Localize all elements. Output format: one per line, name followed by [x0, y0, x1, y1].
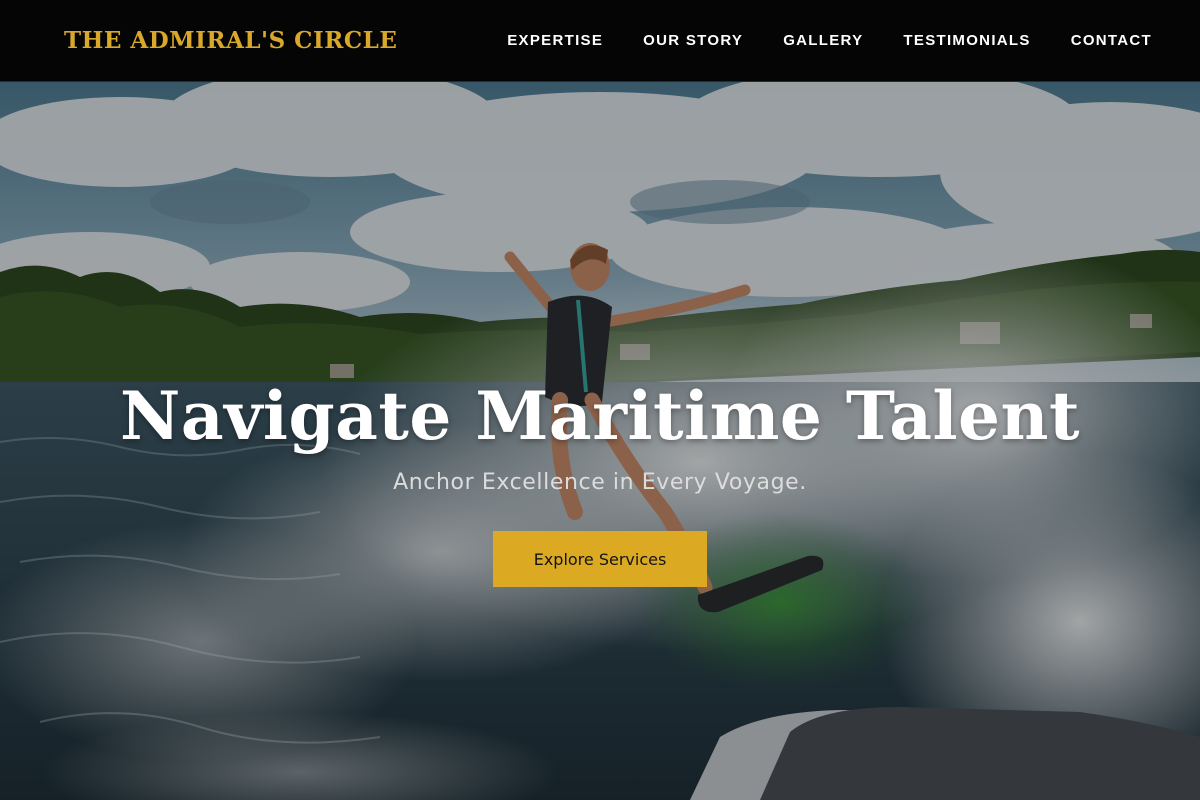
explore-services-button[interactable]: Explore Services — [493, 531, 707, 587]
hero-content: Navigate Maritime Talent Anchor Excellen… — [0, 374, 1200, 587]
hero-section: Navigate Maritime Talent Anchor Excellen… — [0, 82, 1200, 800]
nav-list: EXPERTISE OUR STORY GALLERY TESTIMONIALS… — [507, 32, 1152, 50]
nav-link-expertise[interactable]: EXPERTISE — [507, 32, 603, 49]
landing-page: THE ADMIRAL'S CIRCLE EXPERTISE OUR STORY… — [0, 0, 1200, 800]
hero-subtitle: Anchor Excellence in Every Voyage. — [393, 470, 807, 495]
nav-link-testimonials[interactable]: TESTIMONIALS — [903, 32, 1030, 49]
nav-item-gallery: GALLERY — [783, 32, 863, 50]
nav-link-our-story[interactable]: OUR STORY — [643, 32, 743, 49]
brand-logo-text[interactable]: THE ADMIRAL'S CIRCLE — [64, 27, 397, 54]
nav-item-testimonials: TESTIMONIALS — [903, 32, 1030, 50]
nav-item-contact: CONTACT — [1071, 32, 1152, 50]
nav-item-our-story: OUR STORY — [643, 32, 743, 50]
top-navigation-bar: THE ADMIRAL'S CIRCLE EXPERTISE OUR STORY… — [0, 0, 1200, 82]
nav-link-gallery[interactable]: GALLERY — [783, 32, 863, 49]
nav-link-contact[interactable]: CONTACT — [1071, 32, 1152, 49]
main-navigation: EXPERTISE OUR STORY GALLERY TESTIMONIALS… — [507, 32, 1152, 50]
nav-item-expertise: EXPERTISE — [507, 32, 603, 50]
hero-title: Navigate Maritime Talent — [119, 377, 1080, 455]
